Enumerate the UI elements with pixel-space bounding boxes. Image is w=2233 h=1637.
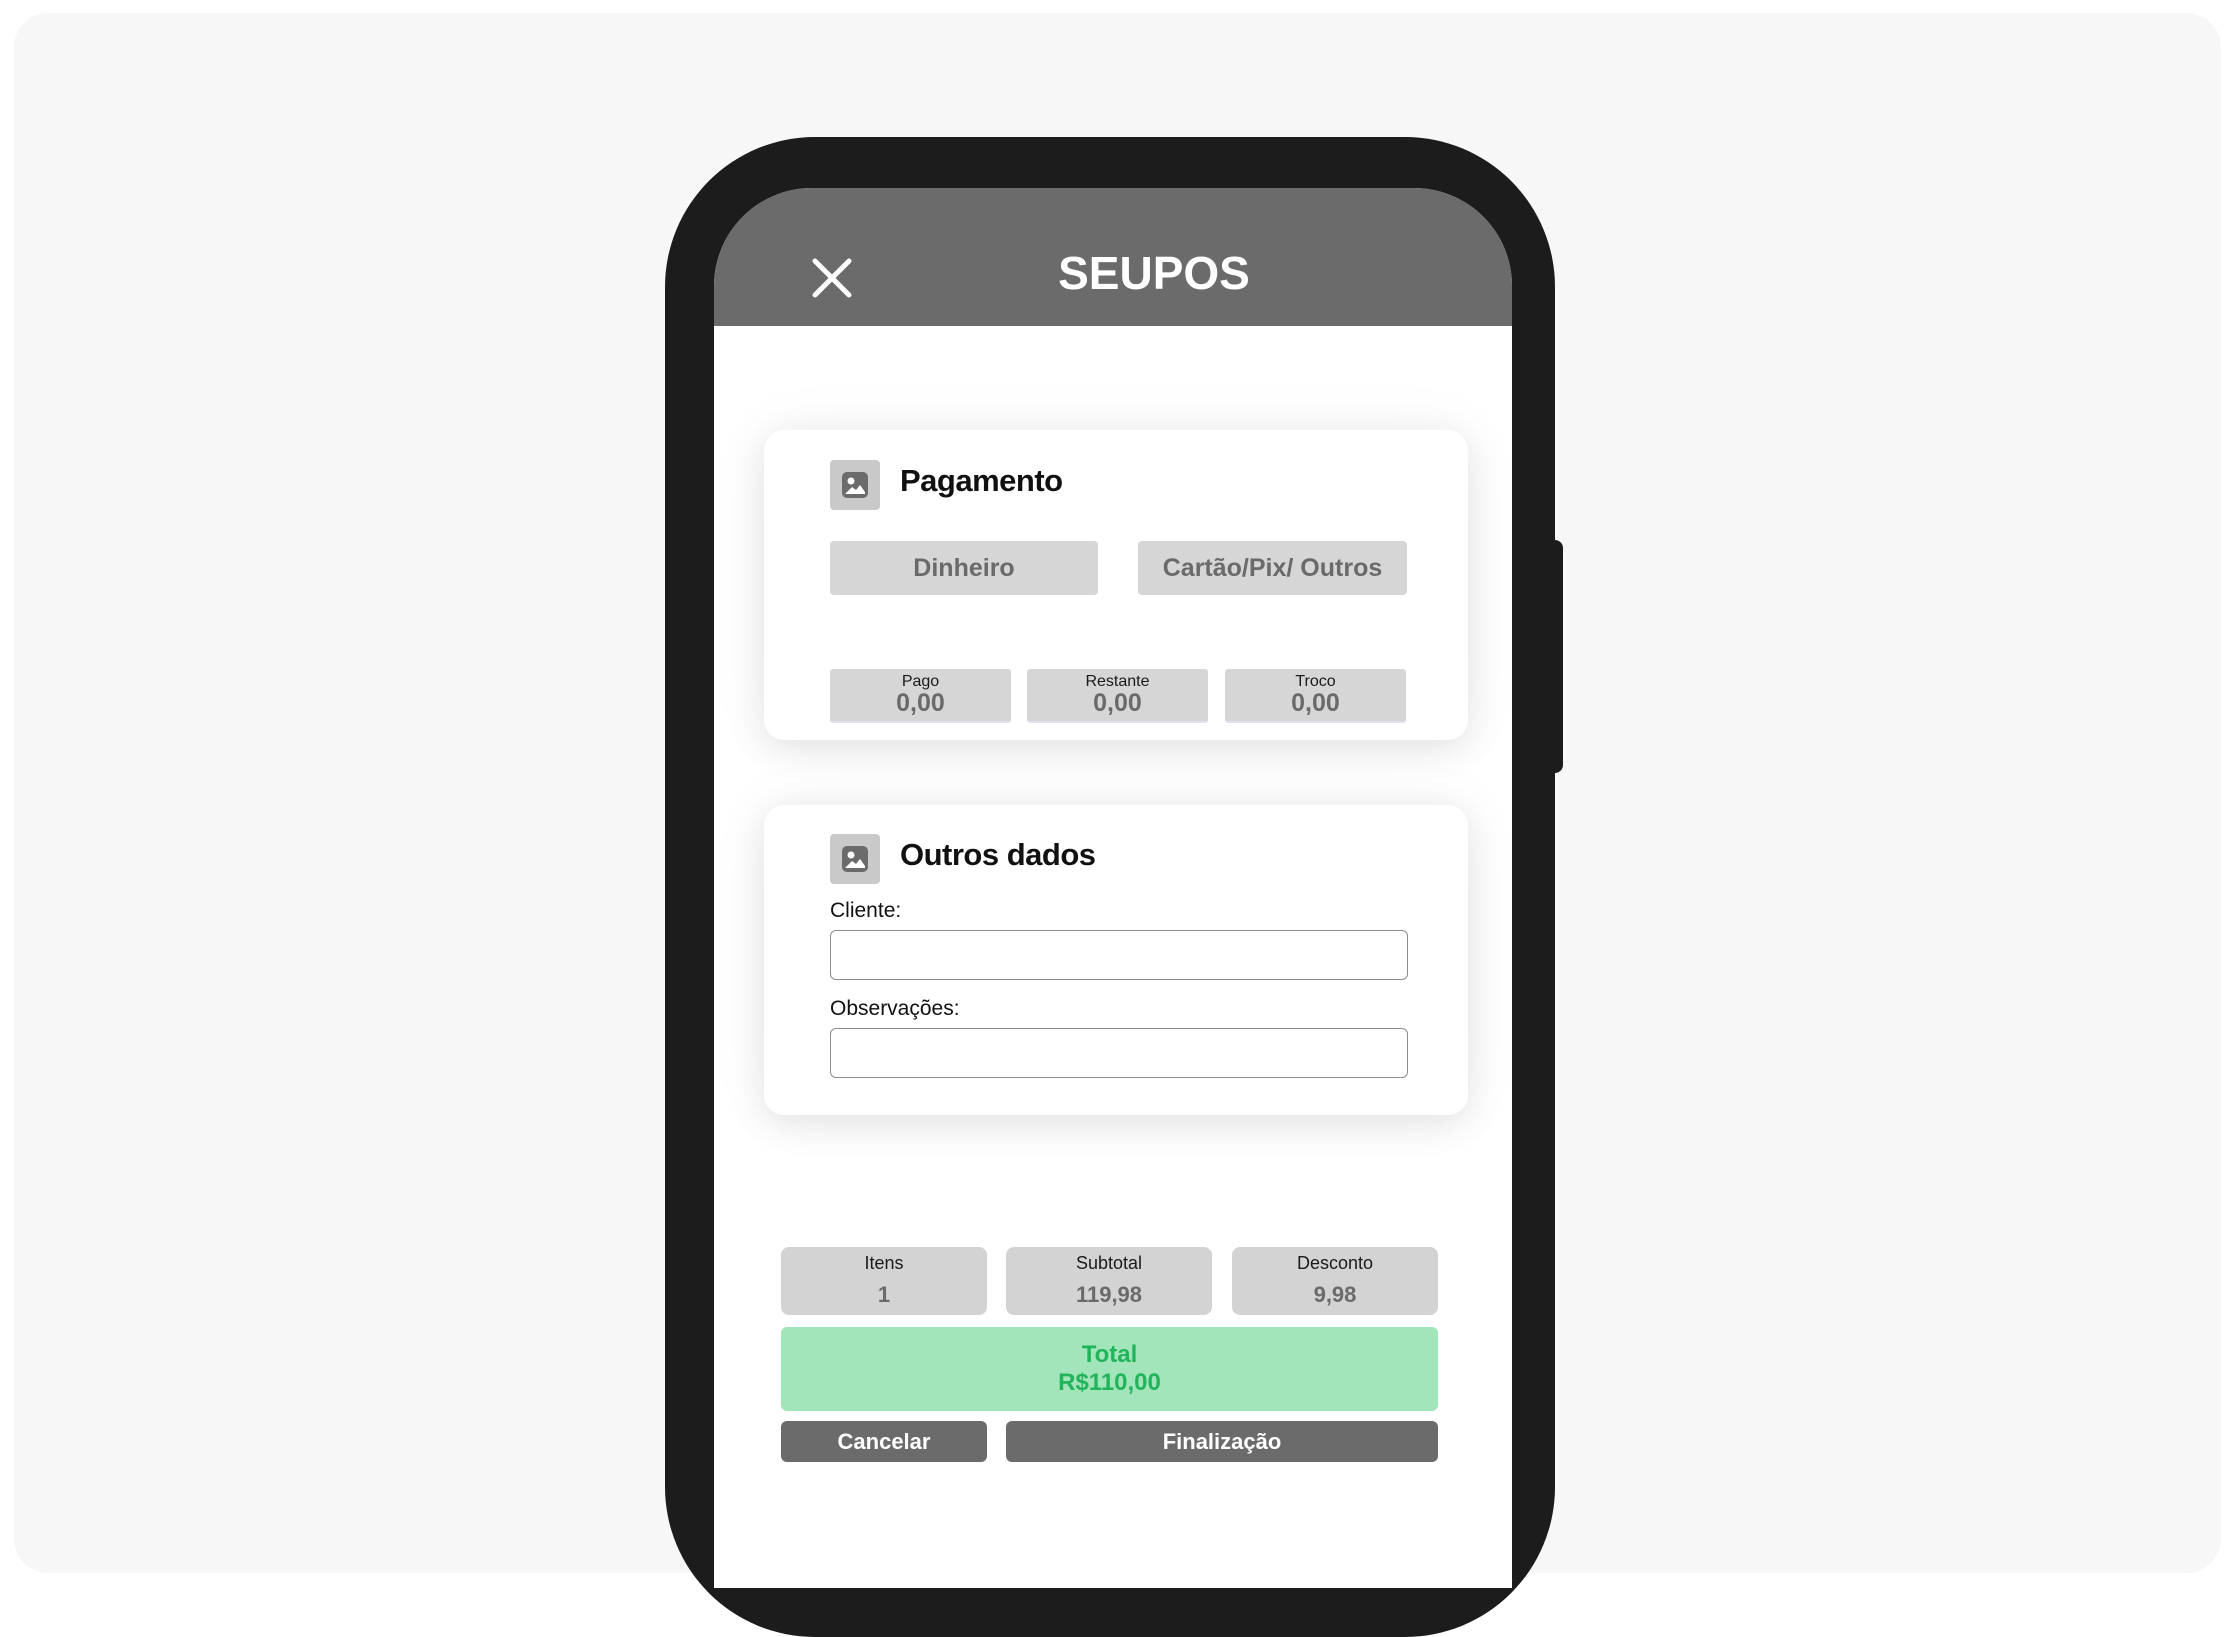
- paid-field[interactable]: Pago 0,00: [830, 669, 1011, 723]
- total-box: Total R$110,00: [781, 1327, 1438, 1411]
- items-stat: Itens 1: [781, 1247, 987, 1315]
- paid-value: 0,00: [896, 689, 945, 717]
- app-header: SEUPOS: [714, 188, 1512, 326]
- subtotal-value: 119,98: [1075, 1282, 1143, 1307]
- other-data-title: Outros dados: [900, 837, 1096, 872]
- image-icon: [830, 460, 880, 510]
- subtotal-label: Subtotal: [1075, 1253, 1143, 1273]
- total-label: Total: [1081, 1341, 1138, 1368]
- change-field[interactable]: Troco 0,00: [1225, 669, 1406, 723]
- items-value: 1: [877, 1282, 891, 1307]
- discount-label: Desconto: [1296, 1253, 1374, 1273]
- items-label: Itens: [864, 1253, 904, 1273]
- client-label: Cliente:: [830, 899, 902, 922]
- image-icon: [830, 834, 880, 884]
- change-value: 0,00: [1291, 689, 1340, 717]
- remaining-field[interactable]: Restante 0,00: [1027, 669, 1208, 723]
- finish-button[interactable]: Finalização: [1006, 1421, 1438, 1462]
- cash-button[interactable]: Dinheiro: [830, 541, 1098, 595]
- other-data-card: Outros dados Cliente: Observações:: [764, 805, 1468, 1115]
- app-title: SEUPOS: [1058, 247, 1250, 299]
- notes-input[interactable]: [830, 1028, 1408, 1078]
- subtotal-stat: Subtotal 119,98: [1006, 1247, 1212, 1315]
- client-input[interactable]: [830, 930, 1408, 980]
- discount-stat: Desconto 9,98: [1232, 1247, 1438, 1315]
- discount-value: 9,98: [1313, 1282, 1357, 1307]
- phone-screen: SEUPOS Pagamento Dinheiro Cartão/Pix/ Ou…: [714, 188, 1512, 1588]
- cancel-button[interactable]: Cancelar: [781, 1421, 987, 1462]
- total-value: R$110,00: [1058, 1369, 1161, 1396]
- card-pix-button[interactable]: Cartão/Pix/ Outros: [1138, 541, 1407, 595]
- payment-card: Pagamento Dinheiro Cartão/Pix/ Outros Pa…: [764, 430, 1468, 740]
- phone-side-button: [1548, 540, 1563, 773]
- payment-title: Pagamento: [900, 463, 1063, 498]
- notes-label: Observações:: [830, 997, 960, 1020]
- remaining-value: 0,00: [1093, 689, 1142, 717]
